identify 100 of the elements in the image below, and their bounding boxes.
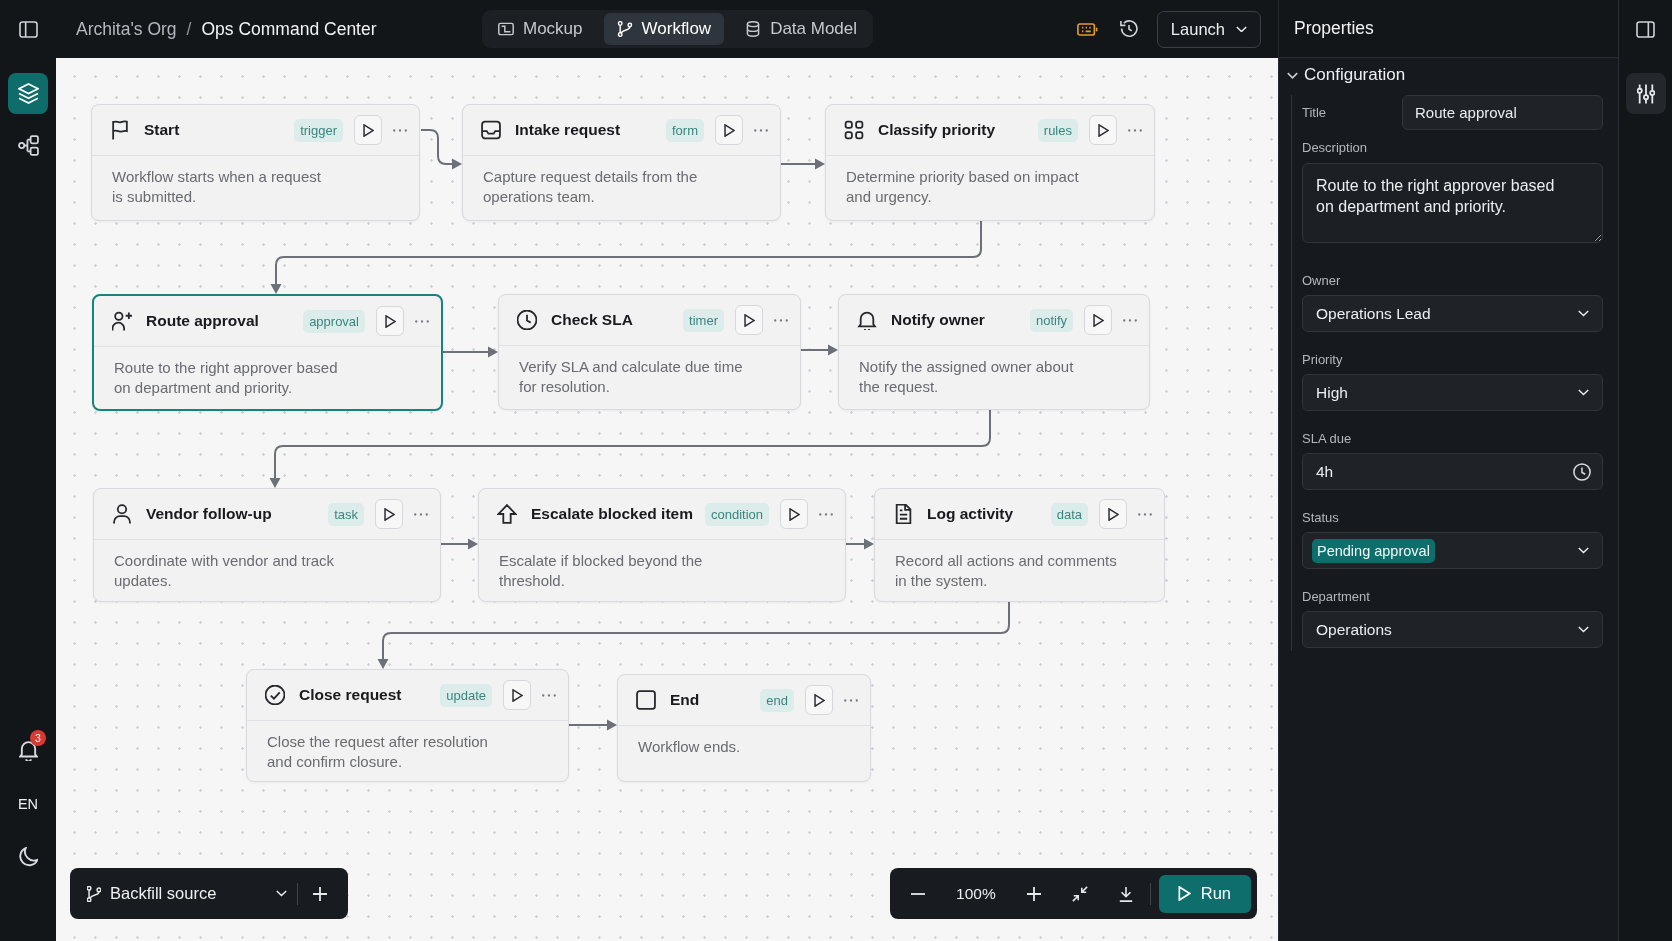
plus-icon[interactable] <box>1025 885 1042 902</box>
dropdown-field[interactable]: Operations <box>1302 611 1603 648</box>
launch-button[interactable]: Launch <box>1156 10 1261 48</box>
run-step-button[interactable] <box>375 499 403 529</box>
run-step-button[interactable] <box>1089 115 1117 145</box>
view-tab[interactable]: Mockup <box>485 13 596 45</box>
run-step-button[interactable] <box>1099 499 1127 529</box>
node-title: Vendor follow-up <box>146 505 272 523</box>
dropdown-field[interactable]: High <box>1302 374 1603 411</box>
node-description: Route to the right approver based on department and priority. <box>113 358 339 398</box>
breadcrumb-link[interactable]: Archita's Org <box>76 18 177 40</box>
bell-icon <box>857 310 877 330</box>
clock-icon <box>517 310 537 330</box>
run-step-button[interactable] <box>376 306 404 336</box>
settings-button[interactable] <box>1625 73 1666 114</box>
node-title: Start <box>144 121 180 139</box>
more-icon[interactable] <box>819 512 833 516</box>
chevron-down-icon <box>276 890 287 897</box>
field-label: Owner <box>1302 273 1342 289</box>
node-type-tag: form <box>666 118 704 142</box>
run-step-button[interactable] <box>503 680 531 710</box>
workflow-node[interactable]: Route approval approval Route to the right approver based on department and priority. <box>92 294 443 411</box>
panel-toggle-icon[interactable] <box>1636 20 1655 38</box>
text-field[interactable]: Route approval <box>1402 95 1603 130</box>
workflow-node[interactable]: Vendor follow-up task Coordinate with vendor and track updates. <box>93 488 441 602</box>
square-icon <box>636 690 656 710</box>
more-icon[interactable] <box>414 512 428 516</box>
run-button[interactable]: Run <box>1158 874 1251 913</box>
node-title: Classify priority <box>878 121 996 139</box>
more-icon[interactable] <box>844 698 858 702</box>
plus-icon[interactable] <box>312 885 328 902</box>
node-title: Intake request <box>515 121 621 139</box>
language-button[interactable]: EN <box>17 795 39 812</box>
node-description: Verify SLA and calculate due time for resolution. <box>518 357 744 397</box>
flag-icon <box>110 120 130 140</box>
chevron-down-icon <box>1578 389 1589 396</box>
node-type-tag: end <box>760 688 794 712</box>
clock-icon[interactable] <box>1573 462 1591 481</box>
more-icon[interactable] <box>754 128 768 132</box>
workflow-node[interactable]: Classify priority rules Determine priority based on impact and urgency. <box>825 104 1155 221</box>
download-icon[interactable] <box>1117 885 1134 902</box>
status-chip: Pending approval <box>1312 538 1435 563</box>
node-title: Escalate blocked item <box>531 505 693 523</box>
hierarchy-icon <box>17 135 39 156</box>
play-icon <box>1092 313 1104 327</box>
bell-icon[interactable] <box>18 740 38 761</box>
view-tab[interactable]: Data Model <box>732 13 871 45</box>
dropdown-field[interactable]: Operations Lead <box>1302 295 1603 332</box>
layers-button[interactable] <box>8 73 48 114</box>
connector-arrow <box>780 158 825 170</box>
more-icon[interactable] <box>1138 512 1152 516</box>
chevron-down-icon <box>1578 310 1589 317</box>
inbox-icon <box>481 120 501 140</box>
dropdown-field[interactable]: Pending approval <box>1302 532 1603 569</box>
more-icon[interactable] <box>393 128 407 132</box>
more-icon[interactable] <box>415 319 429 323</box>
breadcrumb-separator: / <box>186 18 192 40</box>
view-tab[interactable]: Workflow <box>603 13 725 45</box>
section-toggle[interactable]: Configuration <box>1287 58 1406 92</box>
branch-selector[interactable]: Backfill source <box>87 884 287 903</box>
field-label: Status <box>1302 510 1340 526</box>
sidebar-toggle-icon[interactable] <box>19 20 38 38</box>
node-title: Route approval <box>146 312 259 330</box>
battery-icon[interactable] <box>1076 22 1098 36</box>
workflow-node[interactable]: End end Workflow ends. <box>617 674 871 782</box>
workflow-node[interactable]: Log activity data Record all actions and comments in the system. <box>874 488 1165 602</box>
play-icon <box>1097 123 1109 137</box>
up-arrow-icon <box>497 504 517 524</box>
workflow-node[interactable]: Start trigger Workflow starts when a request is submitted. <box>91 104 420 221</box>
node-description: Close the request after resolution and confirm closure. <box>266 732 489 772</box>
workflow-node[interactable]: Notify owner notify Notify the assigned owner about the request. <box>838 294 1150 410</box>
description-field[interactable]: Route to the right approver based on department and priority. <box>1302 163 1603 243</box>
run-step-button[interactable] <box>715 115 743 145</box>
more-icon[interactable] <box>1123 318 1137 322</box>
collapse-icon[interactable] <box>1071 885 1088 902</box>
workflow-node[interactable]: Escalate blocked item condition Escalate if blocked beyond the threshold. <box>478 488 846 602</box>
play-icon <box>511 688 523 702</box>
sliders-icon <box>1636 83 1655 104</box>
run-step-button[interactable] <box>1084 305 1112 335</box>
workflow-node[interactable]: Intake request form Capture request details from the operations team. <box>462 104 781 221</box>
connector-arrow <box>442 346 498 358</box>
node-type-tag: condition <box>704 502 769 526</box>
run-step-button[interactable] <box>780 499 808 529</box>
run-step-button[interactable] <box>354 115 382 145</box>
time-field[interactable]: 4h <box>1302 453 1603 490</box>
more-icon[interactable] <box>542 693 556 697</box>
field-label: Description <box>1302 140 1369 156</box>
more-icon[interactable] <box>774 318 788 322</box>
node-description: Workflow ends. <box>637 737 742 757</box>
node-type-tag: approval <box>303 309 365 333</box>
run-step-button[interactable] <box>805 685 833 715</box>
workflow-node[interactable]: Check SLA timer Verify SLA and calculate due time for resolution. <box>498 294 801 410</box>
node-title: Check SLA <box>551 311 633 329</box>
more-icon[interactable] <box>1128 128 1142 132</box>
field-label: Title <box>1302 104 1328 121</box>
node-description: Notify the assigned owner about the request. <box>858 357 1075 397</box>
history-icon[interactable] <box>1119 20 1138 38</box>
moon-icon[interactable] <box>18 846 38 867</box>
run-step-button[interactable] <box>735 305 763 335</box>
workflow-node[interactable]: Close request update Close the request after resolution and confirm closure. <box>246 669 569 782</box>
